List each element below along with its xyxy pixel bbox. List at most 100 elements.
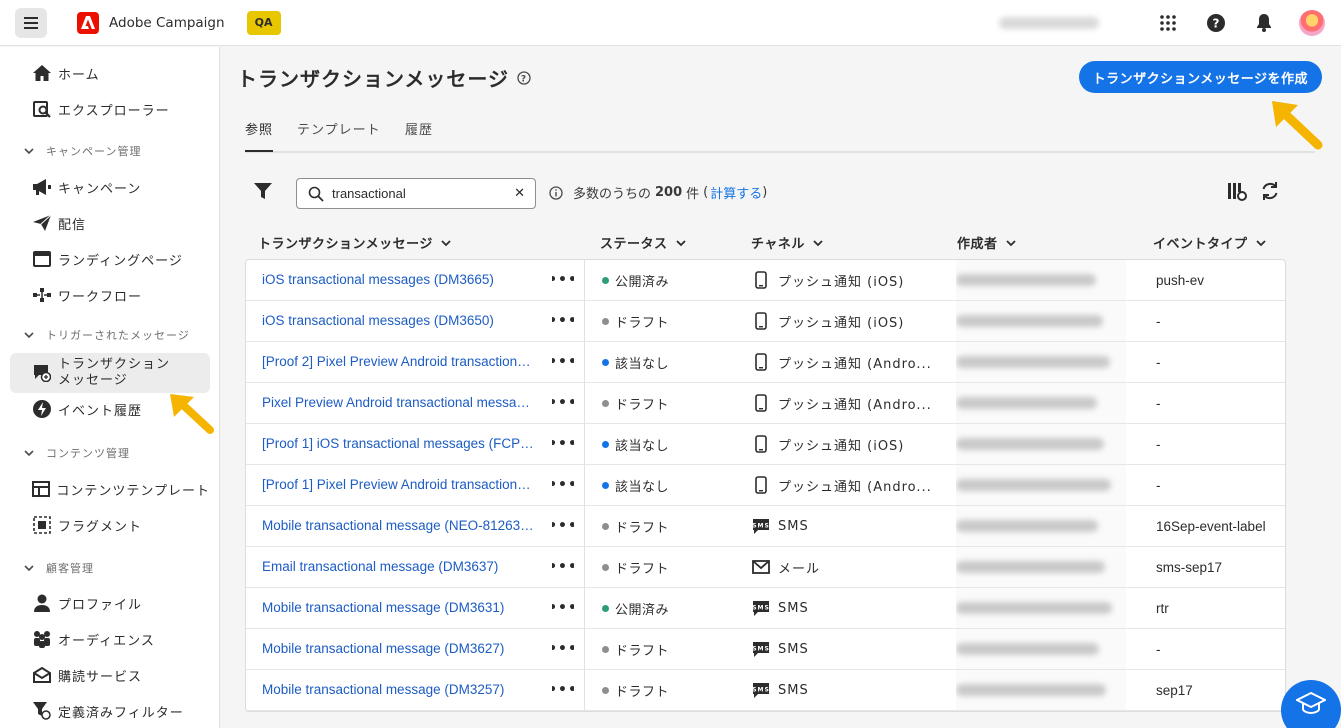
sidebar-section-label: トリガーされたメッセージ [46,329,190,342]
status-dot-icon [602,358,609,366]
sidebar-item-home[interactable]: ホーム [10,55,210,91]
sidebar-item-label: プロファイル [58,597,143,613]
sidebar-section-campaign[interactable]: キャンペーン管理 [24,143,141,159]
sidebar-item-profiles[interactable]: プロファイル [10,585,210,621]
column-header-channel[interactable]: チャネル [751,233,823,252]
message-name-link[interactable]: Mobile transactional message (DM3631) [262,588,534,628]
filter-icon[interactable] [253,181,273,201]
svg-text:SMS: SMS [752,645,770,652]
create-transactional-message-button[interactable]: トランザクションメッセージを作成 [1078,61,1322,93]
more-actions-button[interactable]: ••• [552,260,574,300]
table-row[interactable]: [Proof 2] Pixel Preview Android transact… [246,342,1285,383]
event-type-cell: rtr [1156,600,1169,616]
event-type-cell: - [1156,641,1161,657]
sidebar-item-fragments[interactable]: フラグメント [10,507,210,543]
sidebar-item-workflows[interactable]: ワークフロー [10,277,210,313]
sidebar-item-predefined-filters[interactable]: 定義済みフィルター [10,693,210,728]
sidebar-section-customers[interactable]: 顧客管理 [24,560,94,576]
message-name-link[interactable]: [Proof 2] Pixel Preview Android transact… [262,342,534,382]
message-name-link[interactable]: Email transactional message (DM3637) [262,547,534,587]
subscription-icon [32,665,52,685]
table-row[interactable]: Email transactional message (DM3637) ••• ド… [246,547,1285,588]
channel-label: SMS [778,641,809,657]
more-actions-button[interactable]: ••• [552,301,574,341]
table-row[interactable]: Mobile transactional message (DM3257) •••… [246,670,1285,711]
message-name-link[interactable]: Mobile transactional message (DM3257) [262,670,534,710]
app-logo[interactable]: Adobe Campaign [77,11,225,34]
more-actions-button[interactable]: ••• [552,465,574,505]
tab-templates[interactable]: テンプレート [297,119,381,138]
calculate-link[interactable]: 計算する [710,183,762,202]
table-row[interactable]: Mobile transactional message (DM3627) •••… [246,629,1285,670]
lightning-icon [32,399,52,419]
column-header-event-type[interactable]: イベントタイプ [1153,233,1266,252]
bell-icon[interactable] [1253,12,1275,34]
sidebar-item-landing-pages[interactable]: ランディングページ [10,241,210,277]
table-row[interactable]: [Proof 1] iOS transactional messages (FC… [246,424,1285,465]
channel-cell: プッシュ通知 (iOS) [752,260,942,300]
sidebar-item-deliveries[interactable]: 配信 [10,205,210,241]
message-name-link[interactable]: [Proof 1] Pixel Preview Android transact… [262,465,534,505]
more-actions-button[interactable]: ••• [552,342,574,382]
more-actions-button[interactable]: ••• [552,506,574,546]
tab-browse[interactable]: 参照 [245,119,273,138]
sidebar-section-content[interactable]: コンテンツ管理 [24,445,130,461]
column-header-status[interactable]: ステータス [600,233,686,252]
column-header-author[interactable]: 作成者 [957,233,1016,252]
mobile-icon [752,475,770,495]
table-row[interactable]: Mobile transactional message (NEO-81263)… [246,506,1285,547]
audience-icon [32,629,52,649]
sidebar-item-subscription-services[interactable]: 購読サービス [10,657,210,693]
apps-grid-icon[interactable] [1157,12,1179,34]
more-actions-button[interactable]: ••• [552,629,574,669]
column-header-name[interactable]: トランザクションメッセージ [258,233,451,252]
message-name-link[interactable]: [Proof 1] iOS transactional messages (FC… [262,424,534,464]
message-name-link[interactable]: iOS transactional messages (DM3665) [262,260,534,300]
tab-history[interactable]: 履歴 [405,119,433,138]
filter-icon [32,701,52,721]
help-icon[interactable]: ? [1205,12,1227,34]
sidebar-section-label: コンテンツ管理 [46,447,130,460]
column-settings-icon[interactable] [1227,181,1247,201]
more-actions-button[interactable]: ••• [552,588,574,628]
table-row[interactable]: Pixel Preview Android transactional mess… [246,383,1285,424]
column-header-label: トランザクションメッセージ [258,237,433,252]
message-name-link[interactable]: Mobile transactional message (DM3627) [262,629,534,669]
sidebar-item-content-templates[interactable]: コンテンツテンプレート [10,471,210,507]
table-row[interactable]: [Proof 1] Pixel Preview Android transact… [246,465,1285,506]
search-field[interactable]: ✕ [296,178,536,209]
user-avatar[interactable] [1299,10,1325,36]
table-row[interactable]: iOS transactional messages (DM3665) ••• 公開… [246,260,1285,301]
channel-label: メール [778,561,821,577]
sidebar-item-audiences[interactable]: オーディエンス [10,621,210,657]
more-actions-button[interactable]: ••• [552,424,574,464]
author-cell [956,506,1116,546]
sidebar-item-campaigns[interactable]: キャンペーン [10,169,210,205]
message-name-link[interactable]: Mobile transactional message (NEO-81263)… [262,506,534,546]
help-circle-icon[interactable]: ? [517,70,531,85]
sidebar-item-label: キャンペーン [58,181,142,197]
channel-label: プッシュ通知 (Andro... [778,356,932,372]
sms-icon: SMS [752,598,770,618]
sidebar-item-explorer[interactable]: エクスプローラー [10,91,210,127]
column-divider [584,465,585,506]
message-name-link[interactable]: iOS transactional messages (DM3650) [262,301,534,341]
channel-label: SMS [778,518,809,534]
menu-icon[interactable] [15,7,47,38]
sidebar-section-triggered[interactable]: トリガーされたメッセージ [24,327,190,343]
sidebar-item-transactional-messages[interactable]: トランザクション メッセージ [10,353,210,393]
more-actions-button[interactable]: ••• [552,670,574,710]
search-input[interactable] [332,186,502,201]
table-row[interactable]: iOS transactional messages (DM3650) ••• ドラ… [246,301,1285,342]
org-name-blurred[interactable] [999,17,1099,29]
more-actions-button[interactable]: ••• [552,383,574,423]
mobile-icon [752,311,770,331]
more-actions-button[interactable]: ••• [552,547,574,587]
channel-cell: プッシュ通知 (iOS) [752,301,942,341]
refresh-icon[interactable] [1260,181,1280,201]
clear-search-icon[interactable]: ✕ [514,186,525,201]
channel-cell: プッシュ通知 (Andro... [752,465,942,505]
table-row[interactable]: Mobile transactional message (DM3631) •••… [246,588,1285,629]
mobile-icon [752,434,770,454]
message-name-link[interactable]: Pixel Preview Android transactional mess… [262,383,534,423]
